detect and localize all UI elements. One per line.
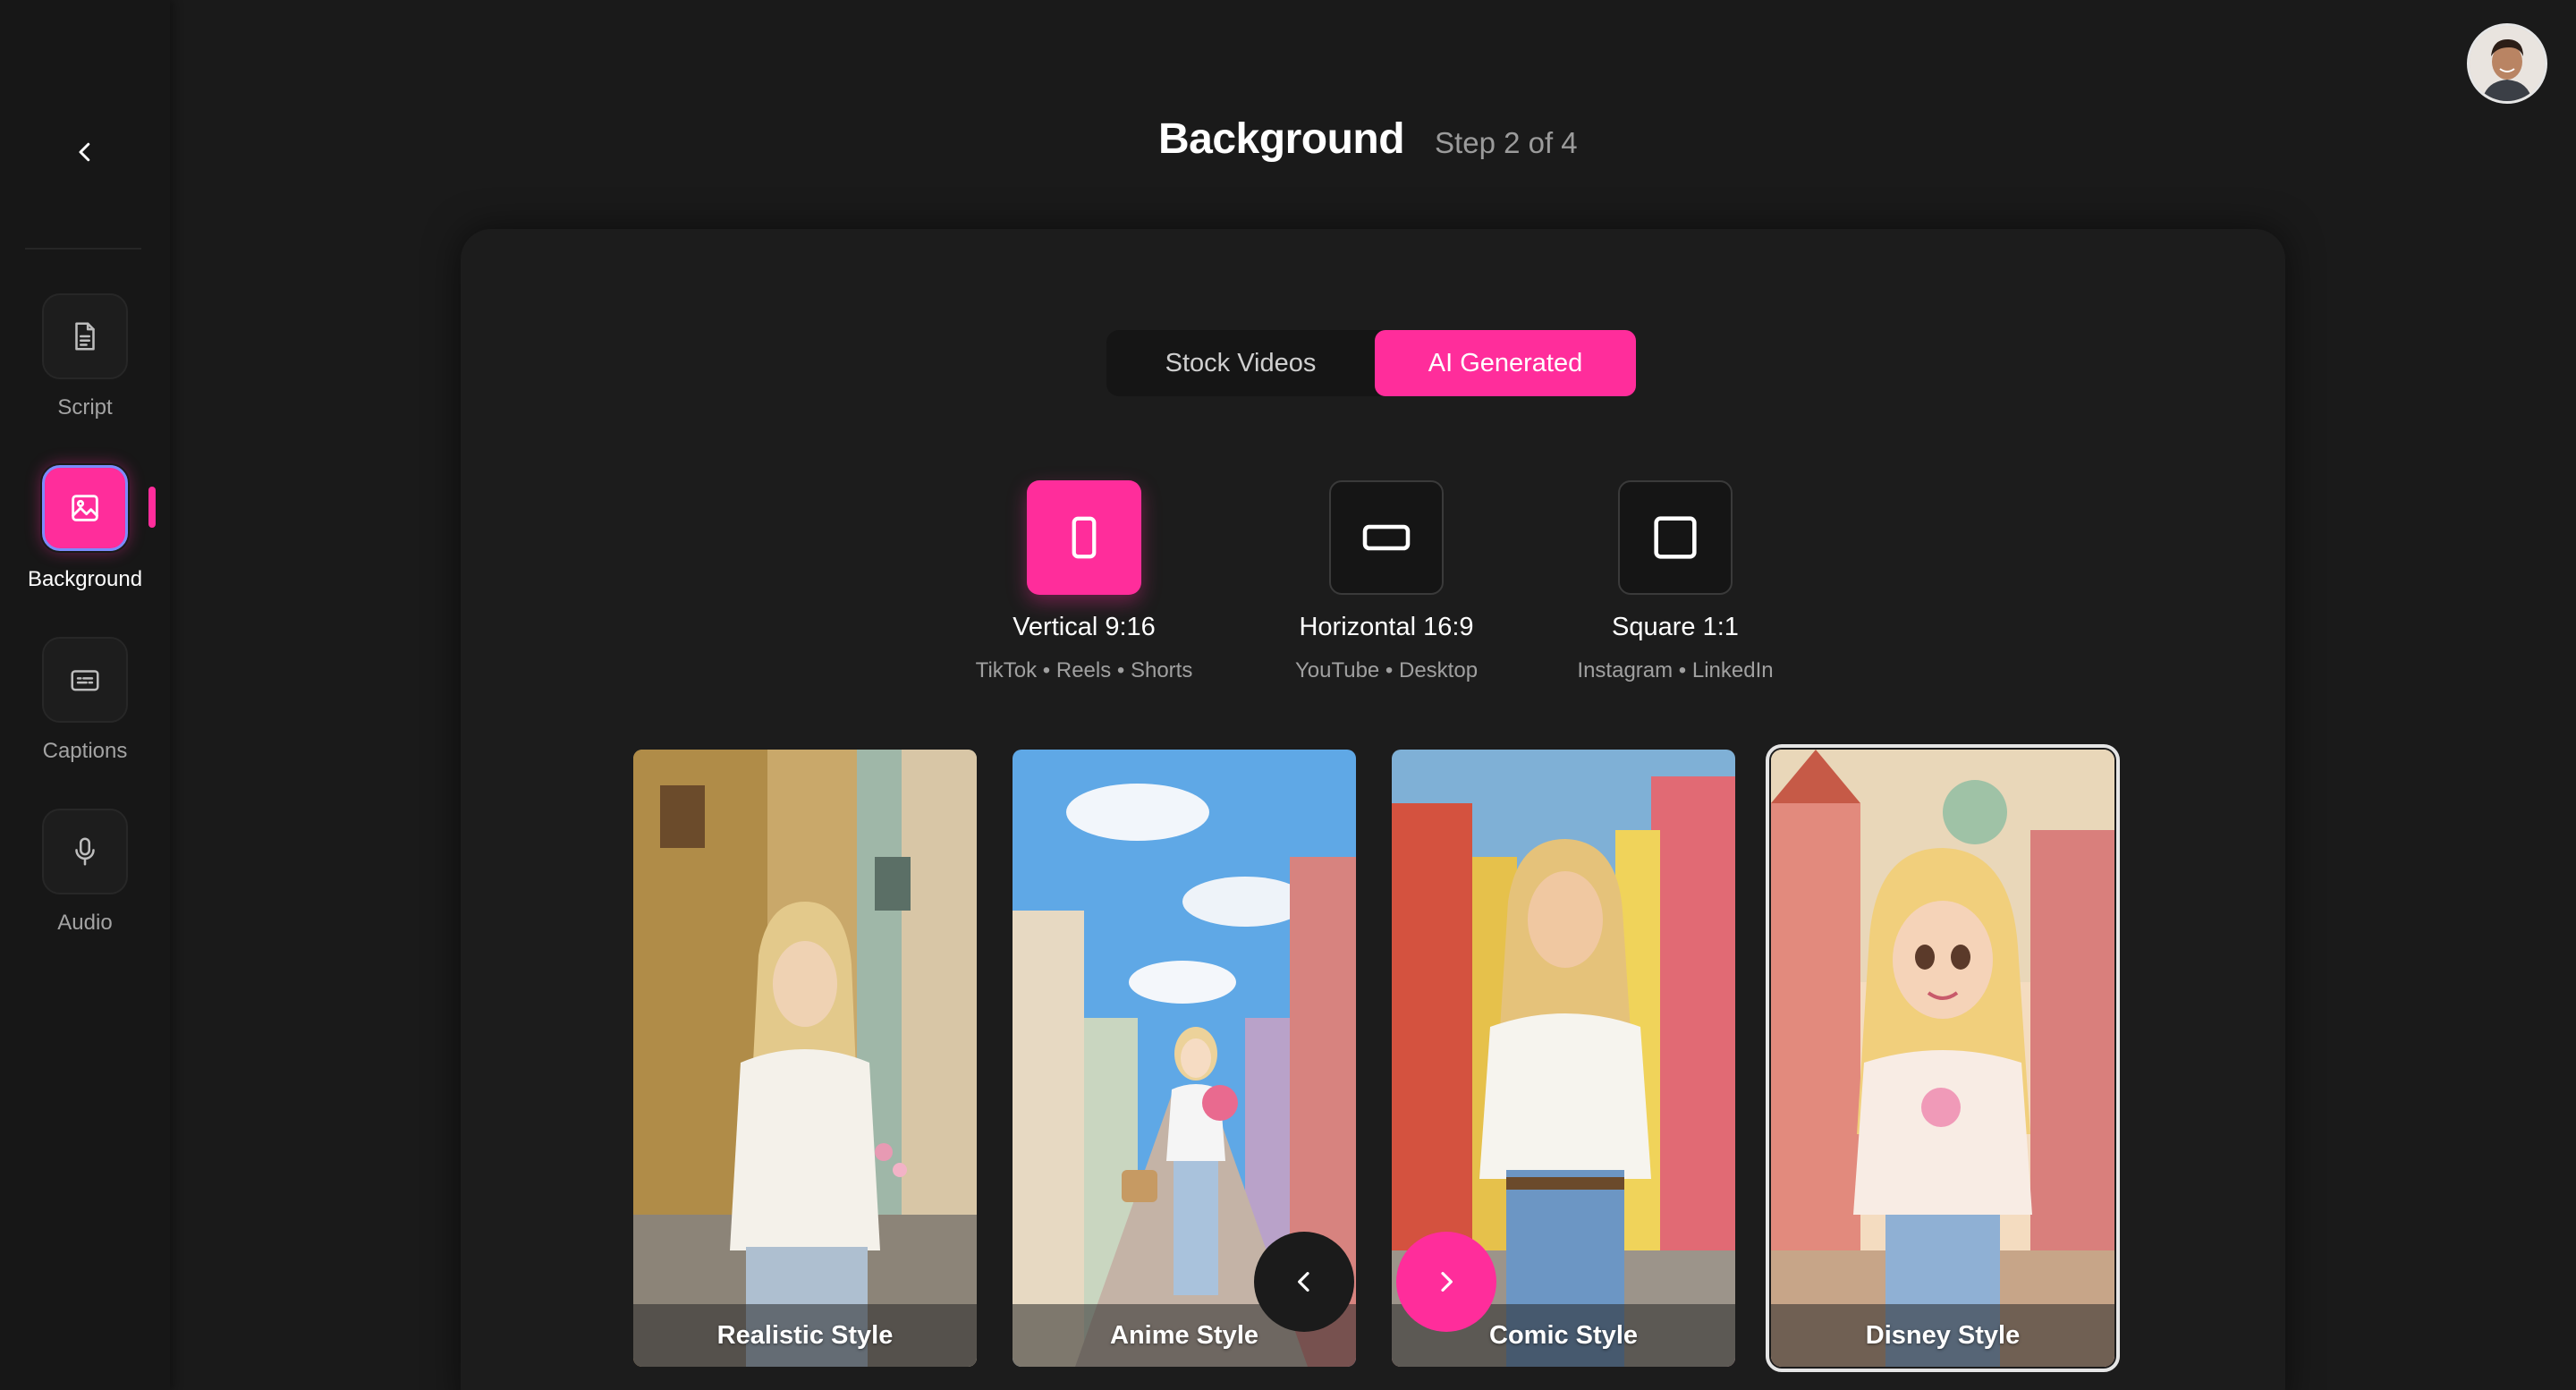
style-card-disney[interactable]: Disney Style [1766, 744, 2120, 1372]
aspect-title: Vertical 9:16 [1013, 613, 1156, 641]
aspect-subtitle: TikTok • Reels • Shorts [975, 658, 1193, 682]
sidebar-item-script[interactable]: Script [0, 293, 170, 445]
image-icon [72, 495, 98, 521]
landscape-icon [1362, 524, 1411, 551]
sidebar-item-label: Captions [42, 739, 128, 763]
square-icon [1654, 516, 1697, 559]
sidebar-item-background[interactable]: Background [0, 465, 170, 617]
sidebar: Script Background Captions Audio [0, 0, 170, 1390]
sidebar-item-audio[interactable]: Audio [0, 809, 170, 961]
back-button[interactable] [63, 130, 107, 174]
stock-videos-tab[interactable]: Stock Videos [1106, 330, 1375, 396]
style-label: Disney Style [1771, 1304, 2114, 1367]
page-header: Background Step 2 of 4 [1158, 114, 1578, 168]
sidebar-item-captions[interactable]: Captions [0, 637, 170, 789]
sidebar-icon-container [42, 293, 128, 379]
chevron-left-icon [79, 142, 90, 162]
aspect-title: Square 1:1 [1612, 613, 1739, 641]
microphone-icon [75, 837, 95, 866]
active-indicator [148, 487, 156, 528]
chevron-right-icon [1441, 1272, 1453, 1292]
style-label: Realistic Style [633, 1304, 977, 1367]
sidebar-icon-container [42, 465, 128, 551]
aspect-option-vertical[interactable]: Vertical 9:16 TikTok • Reels • Shorts [950, 480, 1218, 695]
aspect-subtitle: YouTube • Desktop [1294, 658, 1479, 682]
disney-style-thumbnail [1771, 750, 2114, 1367]
source-toggle: Stock Videos AI Generated [1106, 330, 1636, 396]
document-icon [75, 322, 95, 351]
sidebar-item-label: Script [57, 395, 113, 420]
captions-icon [71, 670, 99, 691]
avatar-image [2470, 26, 2545, 101]
app-root: Script Background Captions Audio Backgro… [0, 0, 2576, 1390]
chevron-left-icon [1298, 1272, 1309, 1292]
sidebar-item-label: Audio [57, 911, 113, 935]
style-card-realistic[interactable]: Realistic Style [633, 750, 977, 1367]
carousel-prev-button[interactable] [1254, 1232, 1354, 1332]
step-indicator: Step 2 of 4 [1435, 126, 1578, 159]
realistic-style-thumbnail [633, 750, 977, 1367]
aspect-option-square[interactable]: Square 1:1 Instagram • LinkedIn [1541, 480, 1809, 695]
aspect-subtitle: Instagram • LinkedIn [1577, 658, 1774, 682]
sidebar-icon-container [42, 809, 128, 894]
carousel-next-button[interactable] [1396, 1232, 1496, 1332]
phone-portrait-icon [1072, 516, 1097, 559]
user-avatar[interactable] [2467, 23, 2547, 104]
aspect-icon-box [1618, 480, 1733, 595]
sidebar-icon-container [42, 637, 128, 723]
sidebar-divider [25, 248, 141, 250]
aspect-option-horizontal[interactable]: Horizontal 16:9 YouTube • Desktop [1252, 480, 1521, 695]
aspect-title: Horizontal 16:9 [1299, 613, 1474, 641]
sidebar-item-label: Background [27, 567, 143, 591]
aspect-icon-box [1329, 480, 1444, 595]
page-title: Background [1158, 115, 1405, 163]
aspect-icon-box [1027, 480, 1141, 595]
ai-generated-tab[interactable]: AI Generated [1375, 330, 1636, 396]
